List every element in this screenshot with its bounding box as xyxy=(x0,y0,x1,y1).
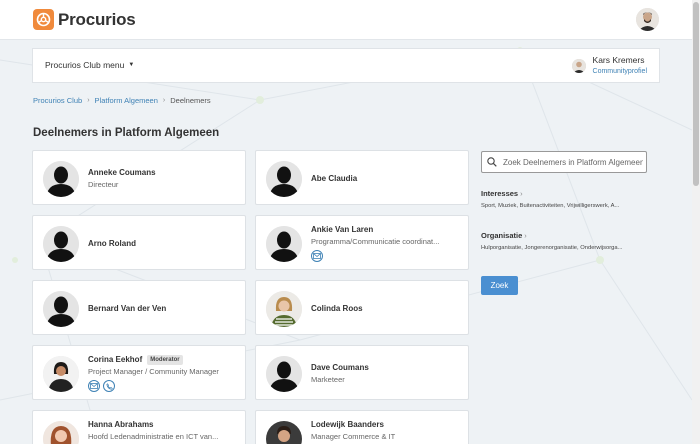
filter-title-organisatie[interactable]: Organisatie › xyxy=(481,231,651,240)
avatar-silhouette-icon xyxy=(266,356,302,392)
profile-avatar xyxy=(571,59,586,73)
member-role: Directeur xyxy=(88,180,119,189)
filter-organisatie: Organisatie › Hulporganisatie, Jongerenor… xyxy=(481,231,651,251)
logo-text: Procurios xyxy=(58,9,136,29)
filter-title-text: Interesses xyxy=(481,189,519,198)
scrollbar-thumb[interactable] xyxy=(693,2,699,186)
member-card[interactable]: Abe Claudia xyxy=(255,150,469,205)
avatar-photo xyxy=(266,291,302,327)
caret-down-icon: ▼ xyxy=(128,62,135,68)
profile-name: Kars Kremers xyxy=(592,55,645,65)
moderator-badge: Moderator xyxy=(147,354,183,365)
member-card[interactable]: Lodewijk Baanders Manager Commerce & IT xyxy=(255,410,469,444)
filter-values: Hulporganisatie, Jongerenorganisatie, On… xyxy=(481,245,623,251)
member-role: Hoofd Ledenadministratie en ICT van... xyxy=(88,432,219,441)
member-role: Marketeer xyxy=(311,375,345,384)
chevron-right-icon: › xyxy=(520,189,523,198)
page-title: Deelnemers in Platform Algemeen xyxy=(33,127,220,139)
top-navbar: Procurios xyxy=(0,0,692,40)
member-search-field[interactable] xyxy=(481,151,647,173)
user-avatar[interactable] xyxy=(636,8,659,31)
member-role: Project Manager / Community Manager xyxy=(88,367,219,376)
member-card[interactable]: Anneke Coumans Directeur xyxy=(32,150,246,205)
avatar-photo xyxy=(43,421,79,444)
avatar-photo xyxy=(266,421,302,444)
member-card[interactable]: Arno Roland xyxy=(32,215,246,270)
member-card[interactable]: Corina Eekhof Moderator Project Manager … xyxy=(32,345,246,400)
member-name-text: Corina Eekhof xyxy=(88,355,143,364)
member-name[interactable]: Dave Coumans xyxy=(311,362,460,373)
club-menu-label: Procurios Club menu xyxy=(45,60,125,70)
profile-summary[interactable]: Kars Kremers Communityprofiel xyxy=(571,55,647,77)
avatar-photo xyxy=(43,356,79,392)
chevron-right-icon: › xyxy=(524,231,527,240)
member-name[interactable]: Bernard Van der Ven xyxy=(88,303,237,314)
member-card[interactable]: Ankie Van Laren Programma/Communicatie c… xyxy=(255,215,469,270)
breadcrumb-item-platform[interactable]: Platform Algemeen xyxy=(95,96,158,105)
breadcrumb-item-club[interactable]: Procurios Club xyxy=(33,96,82,105)
member-name[interactable]: Ankie Van Laren xyxy=(311,224,460,235)
page-scrollbar[interactable] xyxy=(692,0,700,444)
filter-values: Sport, Muziek, Buitenactiviteiten, Vrijw… xyxy=(481,203,620,209)
search-input[interactable] xyxy=(503,157,643,167)
breadcrumb-current: Deelnemers xyxy=(170,96,211,105)
member-name[interactable]: Colinda Roos xyxy=(311,303,460,314)
avatar-silhouette-icon xyxy=(43,226,79,262)
logo[interactable]: Procurios xyxy=(33,9,136,30)
member-name[interactable]: Arno Roland xyxy=(88,238,237,249)
avatar-silhouette-icon xyxy=(266,226,302,262)
member-role: Programma/Communicatie coordinat... xyxy=(311,237,440,246)
member-name[interactable]: Lodewijk Baanders xyxy=(311,419,460,430)
avatar-silhouette-icon xyxy=(266,161,302,197)
chevron-right-icon: › xyxy=(162,97,166,104)
member-card[interactable]: Colinda Roos xyxy=(255,280,469,335)
member-name[interactable]: Abe Claudia xyxy=(311,173,460,184)
member-card[interactable]: Bernard Van der Ven xyxy=(32,280,246,335)
filter-title-text: Organisatie xyxy=(481,231,523,240)
phone-icon[interactable] xyxy=(103,380,115,392)
member-name[interactable]: Hanna Abrahams xyxy=(88,419,237,430)
member-role: Manager Commerce & IT xyxy=(311,432,396,441)
avatar-silhouette-icon xyxy=(43,161,79,197)
search-icon xyxy=(487,155,501,169)
mail-icon[interactable] xyxy=(88,380,100,392)
community-profile-link[interactable]: Communityprofiel xyxy=(593,66,647,77)
member-name[interactable]: Anneke Coumans xyxy=(88,167,237,178)
mail-icon[interactable] xyxy=(311,250,323,262)
procurios-logo-icon xyxy=(33,9,54,30)
breadcrumb: Procurios Club › Platform Algemeen › Dee… xyxy=(33,96,211,105)
chevron-right-icon: › xyxy=(87,97,90,104)
member-name[interactable]: Corina Eekhof Moderator xyxy=(88,354,237,365)
filter-title-interesses[interactable]: Interesses › xyxy=(481,189,651,198)
avatar-silhouette-icon xyxy=(43,291,79,327)
search-button[interactable]: Zoek xyxy=(481,276,518,295)
member-card[interactable]: Dave Coumans Marketeer xyxy=(255,345,469,400)
club-menubar: Procurios Club menu ▼ Kars Kremers Commu… xyxy=(32,48,660,83)
filter-interesses: Interesses › Sport, Muziek, Buitenactivit… xyxy=(481,189,651,209)
member-card[interactable]: Hanna Abrahams Hoofd Ledenadministratie … xyxy=(32,410,246,444)
club-menu-dropdown[interactable]: Procurios Club menu ▼ xyxy=(45,60,134,70)
